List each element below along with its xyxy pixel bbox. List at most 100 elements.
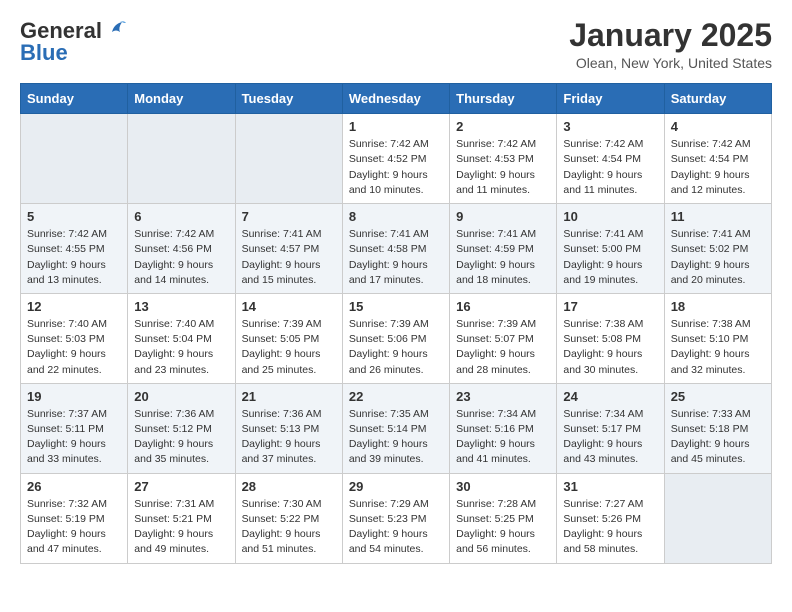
day-number: 6 bbox=[134, 209, 228, 224]
calendar-cell: 24Sunrise: 7:34 AM Sunset: 5:17 PM Dayli… bbox=[557, 383, 664, 473]
calendar-cell: 30 Sunrise: 7:28 AM Sunset: 5:25 PM Dayli… bbox=[450, 473, 557, 563]
day-number: 21 bbox=[242, 389, 336, 404]
calendar-table: SundayMondayTuesdayWednesdayThursdayFrid… bbox=[20, 83, 772, 563]
day-info: Sunrise: 7:28 AM Sunset: 5:25 PM Dayligh… bbox=[456, 497, 550, 558]
calendar-cell: 25 Sunrise: 7:33 AM Sunset: 5:18 PM Dayli… bbox=[664, 383, 771, 473]
calendar-cell: 28 Sunrise: 7:30 AM Sunset: 5:22 PM Dayli… bbox=[235, 473, 342, 563]
day-info: Sunrise: 7:34 AM Sunset: 5:16 PM Dayligh… bbox=[456, 407, 550, 468]
calendar-header-monday: Monday bbox=[128, 84, 235, 114]
calendar-week-row: 26 Sunrise: 7:32 AM Sunset: 5:19 PM Dayli… bbox=[21, 473, 772, 563]
day-info: Sunrise: 7:39 AM Sunset: 5:05 PM Dayligh… bbox=[242, 317, 336, 378]
day-number: 11 bbox=[671, 209, 765, 224]
calendar-cell: 17 Sunrise: 7:38 AM Sunset: 5:08 PM Dayli… bbox=[557, 293, 664, 383]
day-info: Sunrise: 7:42 AM Sunset: 4:53 PM Dayligh… bbox=[456, 137, 550, 198]
calendar-header-row: SundayMondayTuesdayWednesdayThursdayFrid… bbox=[21, 84, 772, 114]
calendar-week-row: 12Sunrise: 7:40 AM Sunset: 5:03 PM Dayli… bbox=[21, 293, 772, 383]
day-info: Sunrise: 7:32 AM Sunset: 5:19 PM Dayligh… bbox=[27, 497, 121, 558]
calendar-header-wednesday: Wednesday bbox=[342, 84, 449, 114]
day-number: 17 bbox=[563, 299, 657, 314]
day-number: 16 bbox=[456, 299, 550, 314]
calendar-cell: 13 Sunrise: 7:40 AM Sunset: 5:04 PM Dayli… bbox=[128, 293, 235, 383]
day-number: 3 bbox=[563, 119, 657, 134]
calendar-cell: 9 Sunrise: 7:41 AM Sunset: 4:59 PM Daylig… bbox=[450, 204, 557, 294]
calendar-cell: 10 Sunrise: 7:41 AM Sunset: 5:00 PM Dayli… bbox=[557, 204, 664, 294]
day-info: Sunrise: 7:41 AM Sunset: 5:02 PM Dayligh… bbox=[671, 227, 765, 288]
logo-bird-icon bbox=[104, 18, 126, 40]
day-number: 7 bbox=[242, 209, 336, 224]
day-number: 19 bbox=[27, 389, 121, 404]
day-info: Sunrise: 7:36 AM Sunset: 5:13 PM Dayligh… bbox=[242, 407, 336, 468]
logo-blue-text: Blue bbox=[20, 40, 68, 66]
day-info: Sunrise: 7:40 AM Sunset: 5:04 PM Dayligh… bbox=[134, 317, 228, 378]
day-info: Sunrise: 7:39 AM Sunset: 5:07 PM Dayligh… bbox=[456, 317, 550, 378]
calendar-cell: 16 Sunrise: 7:39 AM Sunset: 5:07 PM Dayli… bbox=[450, 293, 557, 383]
day-info: Sunrise: 7:31 AM Sunset: 5:21 PM Dayligh… bbox=[134, 497, 228, 558]
day-number: 22 bbox=[349, 389, 443, 404]
day-info: Sunrise: 7:41 AM Sunset: 5:00 PM Dayligh… bbox=[563, 227, 657, 288]
month-title: January 2025 bbox=[569, 18, 772, 53]
day-info: Sunrise: 7:42 AM Sunset: 4:52 PM Dayligh… bbox=[349, 137, 443, 198]
day-info: Sunrise: 7:27 AM Sunset: 5:26 PM Dayligh… bbox=[563, 497, 657, 558]
day-info: Sunrise: 7:37 AM Sunset: 5:11 PM Dayligh… bbox=[27, 407, 121, 468]
calendar-cell: 6 Sunrise: 7:42 AM Sunset: 4:56 PM Daylig… bbox=[128, 204, 235, 294]
calendar-cell: 14 Sunrise: 7:39 AM Sunset: 5:05 PM Dayli… bbox=[235, 293, 342, 383]
day-info: Sunrise: 7:39 AM Sunset: 5:06 PM Dayligh… bbox=[349, 317, 443, 378]
day-number: 27 bbox=[134, 479, 228, 494]
day-number: 13 bbox=[134, 299, 228, 314]
calendar-cell bbox=[128, 114, 235, 204]
calendar-cell: 27 Sunrise: 7:31 AM Sunset: 5:21 PM Dayli… bbox=[128, 473, 235, 563]
calendar-cell bbox=[235, 114, 342, 204]
day-number: 24 bbox=[563, 389, 657, 404]
day-number: 23 bbox=[456, 389, 550, 404]
day-info: Sunrise: 7:38 AM Sunset: 5:10 PM Dayligh… bbox=[671, 317, 765, 378]
calendar-header-sunday: Sunday bbox=[21, 84, 128, 114]
day-info: Sunrise: 7:38 AM Sunset: 5:08 PM Dayligh… bbox=[563, 317, 657, 378]
calendar-cell: 23 Sunrise: 7:34 AM Sunset: 5:16 PM Dayli… bbox=[450, 383, 557, 473]
day-info: Sunrise: 7:42 AM Sunset: 4:56 PM Dayligh… bbox=[134, 227, 228, 288]
day-number: 15 bbox=[349, 299, 443, 314]
calendar-cell: 4Sunrise: 7:42 AM Sunset: 4:54 PM Daylig… bbox=[664, 114, 771, 204]
day-info: Sunrise: 7:29 AM Sunset: 5:23 PM Dayligh… bbox=[349, 497, 443, 558]
calendar-cell: 12Sunrise: 7:40 AM Sunset: 5:03 PM Dayli… bbox=[21, 293, 128, 383]
day-info: Sunrise: 7:35 AM Sunset: 5:14 PM Dayligh… bbox=[349, 407, 443, 468]
calendar-cell: 29 Sunrise: 7:29 AM Sunset: 5:23 PM Dayli… bbox=[342, 473, 449, 563]
day-number: 29 bbox=[349, 479, 443, 494]
day-number: 30 bbox=[456, 479, 550, 494]
calendar-cell bbox=[664, 473, 771, 563]
day-number: 9 bbox=[456, 209, 550, 224]
calendar-week-row: 5Sunrise: 7:42 AM Sunset: 4:55 PM Daylig… bbox=[21, 204, 772, 294]
calendar-header-saturday: Saturday bbox=[664, 84, 771, 114]
day-info: Sunrise: 7:42 AM Sunset: 4:55 PM Dayligh… bbox=[27, 227, 121, 288]
location: Olean, New York, United States bbox=[569, 55, 772, 71]
calendar-cell: 20Sunrise: 7:36 AM Sunset: 5:12 PM Dayli… bbox=[128, 383, 235, 473]
day-number: 18 bbox=[671, 299, 765, 314]
day-number: 28 bbox=[242, 479, 336, 494]
calendar-cell: 15 Sunrise: 7:39 AM Sunset: 5:06 PM Dayli… bbox=[342, 293, 449, 383]
day-number: 14 bbox=[242, 299, 336, 314]
calendar-cell: 2 Sunrise: 7:42 AM Sunset: 4:53 PM Daylig… bbox=[450, 114, 557, 204]
calendar-cell: 31Sunrise: 7:27 AM Sunset: 5:26 PM Dayli… bbox=[557, 473, 664, 563]
day-info: Sunrise: 7:33 AM Sunset: 5:18 PM Dayligh… bbox=[671, 407, 765, 468]
calendar-cell: 8Sunrise: 7:41 AM Sunset: 4:58 PM Daylig… bbox=[342, 204, 449, 294]
day-info: Sunrise: 7:42 AM Sunset: 4:54 PM Dayligh… bbox=[671, 137, 765, 198]
calendar-week-row: 19 Sunrise: 7:37 AM Sunset: 5:11 PM Dayli… bbox=[21, 383, 772, 473]
day-number: 25 bbox=[671, 389, 765, 404]
day-number: 2 bbox=[456, 119, 550, 134]
calendar-cell: 21 Sunrise: 7:36 AM Sunset: 5:13 PM Dayli… bbox=[235, 383, 342, 473]
day-info: Sunrise: 7:41 AM Sunset: 4:59 PM Dayligh… bbox=[456, 227, 550, 288]
calendar-header-tuesday: Tuesday bbox=[235, 84, 342, 114]
calendar-page: General Blue January 2025 Olean, New Yor… bbox=[0, 0, 792, 582]
calendar-header-friday: Friday bbox=[557, 84, 664, 114]
day-number: 20 bbox=[134, 389, 228, 404]
calendar-cell: 22 Sunrise: 7:35 AM Sunset: 5:14 PM Dayli… bbox=[342, 383, 449, 473]
title-area: January 2025 Olean, New York, United Sta… bbox=[569, 18, 772, 71]
calendar-cell: 1Sunrise: 7:42 AM Sunset: 4:52 PM Daylig… bbox=[342, 114, 449, 204]
calendar-cell: 3 Sunrise: 7:42 AM Sunset: 4:54 PM Daylig… bbox=[557, 114, 664, 204]
day-info: Sunrise: 7:30 AM Sunset: 5:22 PM Dayligh… bbox=[242, 497, 336, 558]
calendar-header-thursday: Thursday bbox=[450, 84, 557, 114]
day-info: Sunrise: 7:42 AM Sunset: 4:54 PM Dayligh… bbox=[563, 137, 657, 198]
day-number: 10 bbox=[563, 209, 657, 224]
day-info: Sunrise: 7:41 AM Sunset: 4:57 PM Dayligh… bbox=[242, 227, 336, 288]
calendar-cell: 5Sunrise: 7:42 AM Sunset: 4:55 PM Daylig… bbox=[21, 204, 128, 294]
day-number: 26 bbox=[27, 479, 121, 494]
